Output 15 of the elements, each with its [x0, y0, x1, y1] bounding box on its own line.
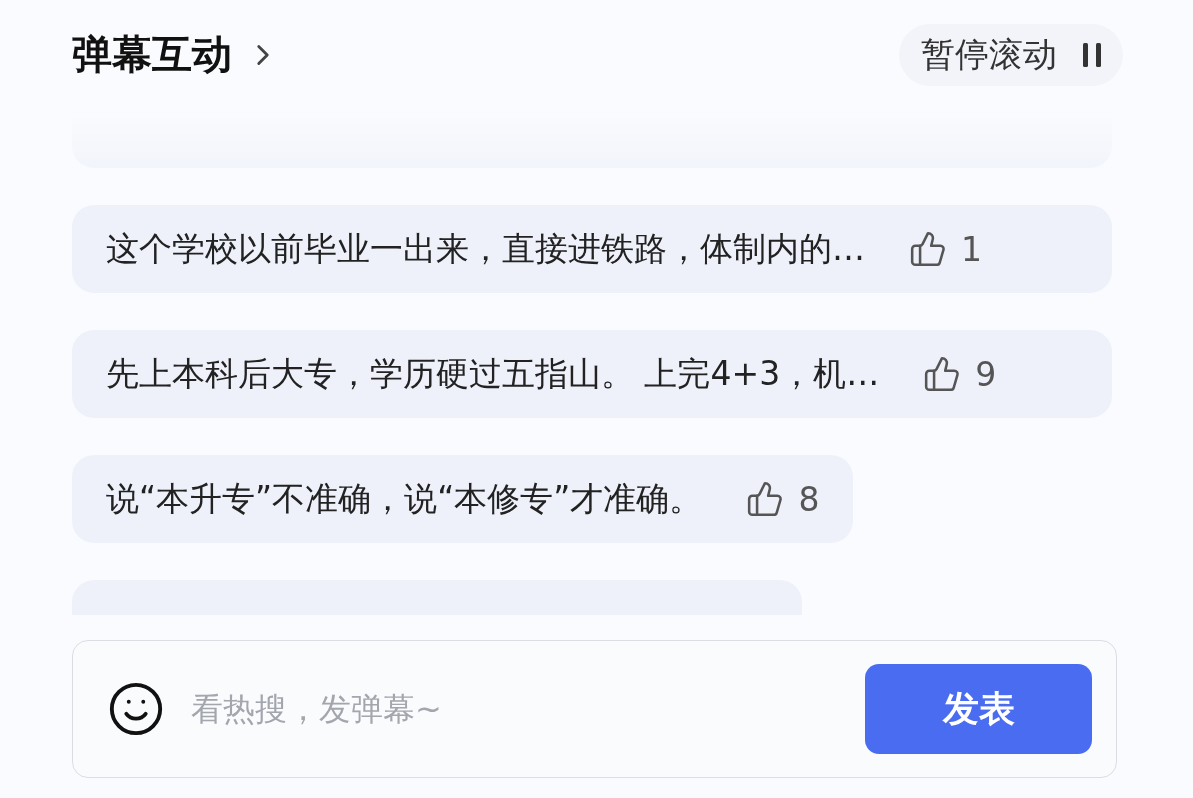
like-button[interactable]: 8 [746, 479, 820, 519]
submit-button[interactable]: 发表 [865, 664, 1092, 754]
message-text: 先上本科后大专，学历硬过五指山。 上完4+3，机… [106, 352, 880, 395]
pause-icon [1083, 42, 1101, 67]
thumbs-up-icon [909, 230, 947, 268]
section-title[interactable]: 弹幕互动 [72, 27, 280, 82]
message-text: 这个学校以前毕业一出来，直接进铁路，体制内的… [106, 227, 865, 270]
like-button[interactable]: 1 [909, 229, 982, 269]
message-text: 说“本升专”不准确，说“本修专”才准确。 [106, 477, 703, 520]
smiley-icon [107, 680, 165, 738]
comment-input[interactable]: 看热搜，发弹幕~ [189, 689, 841, 729]
thumbs-up-icon [923, 355, 962, 393]
thumbs-up-icon [746, 480, 785, 518]
like-button[interactable]: 9 [923, 354, 997, 394]
pause-scroll-button[interactable]: 暂停滚动 [899, 23, 1123, 86]
